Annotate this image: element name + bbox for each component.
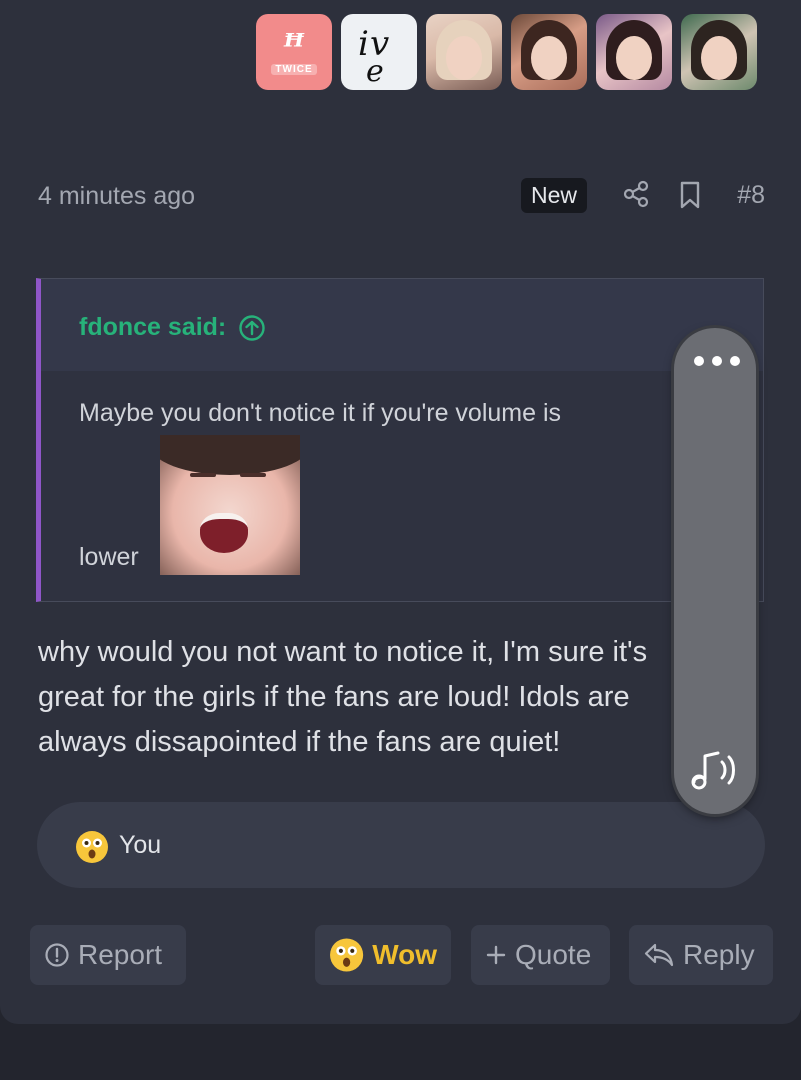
- twice-avatar[interactable]: ꟸ TWICE: [256, 14, 332, 90]
- post-body: why would you not want to notice it, I'm…: [38, 630, 778, 765]
- quote-block: fdonce said: Maybe you don't notice it i…: [36, 278, 764, 602]
- report-label: Report: [78, 939, 163, 970]
- reply-label: Reply: [683, 939, 755, 970]
- quote-header[interactable]: fdonce said:: [79, 313, 266, 342]
- reactions-bar[interactable]: You: [37, 802, 765, 888]
- face-shape: [701, 36, 737, 80]
- quote-author[interactable]: fdonce said:: [79, 313, 226, 342]
- post-meta-row: 4 minutes ago New #8: [38, 176, 765, 216]
- mouth-shape: [200, 513, 248, 553]
- quote-body: Maybe you don't notice it if you're volu…: [41, 371, 763, 601]
- share-icon[interactable]: [622, 180, 650, 208]
- face-shape: [616, 36, 652, 80]
- more-options-icon[interactable]: [694, 356, 740, 366]
- hair-shape: [160, 435, 300, 475]
- wow-label: Wow: [372, 939, 437, 970]
- alert-circle-icon: [45, 943, 69, 967]
- post-number[interactable]: #8: [737, 181, 765, 210]
- eye-shape: [190, 473, 216, 477]
- face-shape: [446, 36, 482, 80]
- floating-audio-widget[interactable]: [674, 328, 756, 814]
- post-timestamp[interactable]: 4 minutes ago: [38, 182, 195, 211]
- quote-text: Maybe you don't notice it if you're volu…: [79, 399, 562, 427]
- post-body-line: always dissapointed if the fans are quie…: [38, 726, 561, 758]
- report-button[interactable]: Report: [30, 925, 186, 985]
- quote-label: Quote: [515, 939, 592, 970]
- face-shape: [531, 36, 567, 80]
- wow-reaction-button[interactable]: Wow: [315, 925, 451, 985]
- jump-to-quote-icon[interactable]: [238, 314, 266, 342]
- plus-icon: [486, 945, 506, 965]
- music-sound-icon[interactable]: [688, 748, 742, 792]
- member-photo-2[interactable]: [511, 14, 587, 90]
- user-avatar-row: ꟸ TWICE i v e: [256, 14, 757, 90]
- post-body-line: great for the girls if the fans are loud…: [38, 681, 630, 713]
- member-photo-1[interactable]: [426, 14, 502, 90]
- bookmark-icon[interactable]: [676, 180, 704, 210]
- twice-logo-text: TWICE: [271, 63, 317, 75]
- reaction-users[interactable]: You: [119, 831, 161, 860]
- new-badge: New: [521, 178, 588, 213]
- reply-arrow-icon: [644, 943, 674, 967]
- twice-logo-icon: ꟸ: [283, 26, 305, 67]
- member-photo-4[interactable]: [681, 14, 757, 90]
- reply-button[interactable]: Reply: [629, 925, 773, 985]
- quote-text-continued: lower: [79, 543, 139, 571]
- post-body-line: why would you not want to notice it, I'm…: [38, 636, 648, 668]
- ive-logo-icon: i v e: [358, 24, 389, 87]
- svg-text:e: e: [366, 54, 384, 87]
- quote-button[interactable]: Quote: [471, 925, 610, 985]
- quote-reaction-image: [160, 435, 300, 575]
- member-photo-3[interactable]: [596, 14, 672, 90]
- ive-avatar[interactable]: i v e: [341, 14, 417, 90]
- astonished-face-icon: [330, 938, 364, 972]
- eye-shape: [240, 473, 266, 477]
- astonished-face-icon: [76, 831, 108, 863]
